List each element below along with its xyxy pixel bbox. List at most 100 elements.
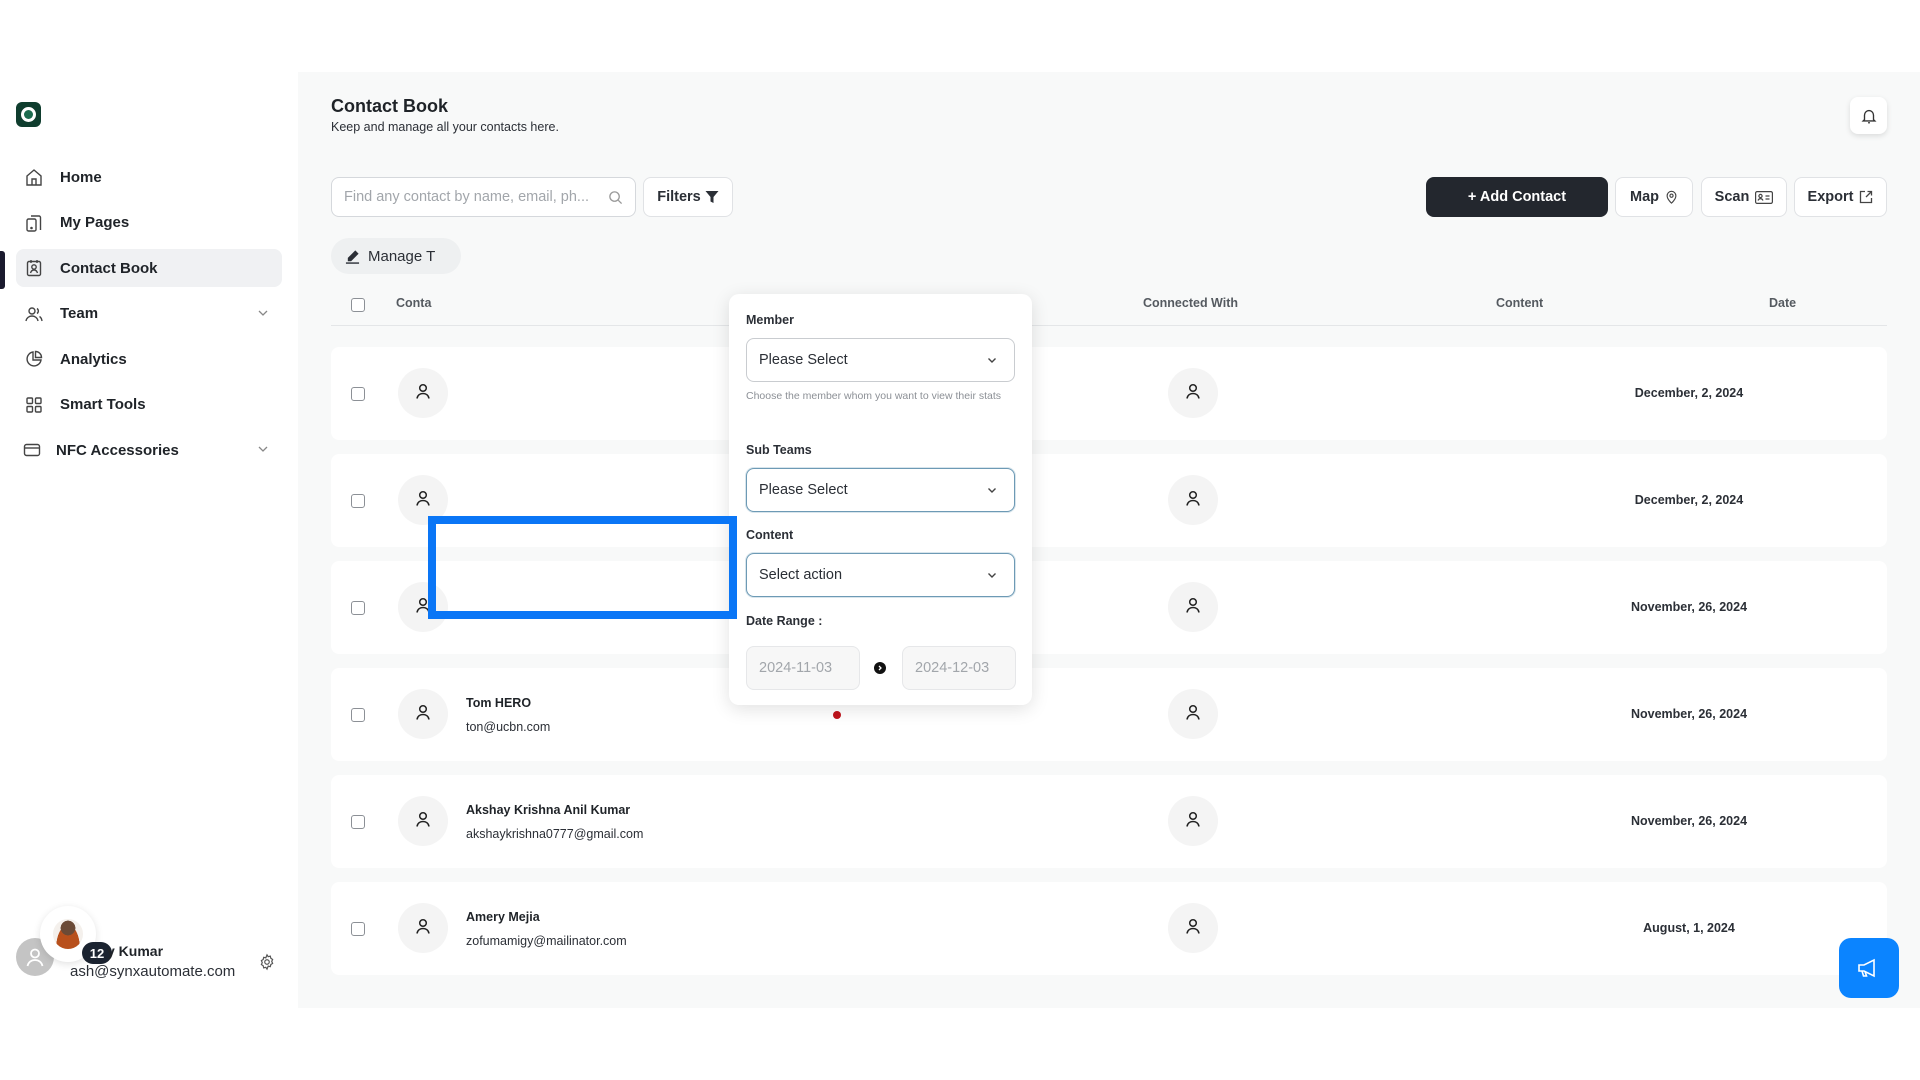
- connected-with-avatar: [1168, 475, 1218, 525]
- arrow-right-icon: [874, 662, 886, 674]
- row-checkbox[interactable]: [351, 494, 365, 508]
- filters-label: Filters: [657, 189, 701, 205]
- column-header-connected-with[interactable]: Connected With: [1143, 296, 1238, 310]
- chevron-down-icon[interactable]: [256, 306, 270, 320]
- sidebar-item-team[interactable]: Team: [16, 295, 282, 333]
- contact-date: August, 1, 2024: [1643, 921, 1735, 935]
- sidebar-item-label: Contact Book: [60, 259, 158, 277]
- gear-icon[interactable]: [258, 953, 276, 971]
- sidebar-item-label: Analytics: [60, 350, 127, 368]
- user-icon: [414, 810, 432, 833]
- contact-avatar: [398, 475, 448, 525]
- home-icon: [24, 167, 44, 187]
- map-label: Map: [1630, 189, 1659, 205]
- member-label: Member: [746, 313, 794, 327]
- select-all-checkbox[interactable]: [351, 298, 365, 312]
- connected-with-avatar: [1168, 368, 1218, 418]
- announcements-button[interactable]: [1839, 938, 1899, 998]
- add-contact-button[interactable]: + Add Contact: [1426, 177, 1608, 217]
- column-header-content[interactable]: Content: [1496, 296, 1543, 310]
- chevron-down-icon: [988, 488, 996, 493]
- member-select[interactable]: Please Select: [746, 338, 1015, 382]
- contact-avatar: [398, 689, 448, 739]
- contact-email: ton@ucbn.com: [466, 720, 551, 734]
- user-profile[interactable]: 12 y Kumar ash@synxautomate.com: [14, 906, 284, 988]
- table-row[interactable]: December, 2, 2024: [331, 454, 1887, 547]
- table-row[interactable]: Amery Mejia zofumamigy@mailinator.com Augu…: [331, 882, 1887, 975]
- brand-logo[interactable]: [16, 102, 41, 127]
- manage-tags-label: Manage T: [368, 247, 436, 265]
- date-to-input[interactable]: 2024-12-03: [902, 646, 1016, 690]
- filters-button[interactable]: Filters: [643, 177, 733, 217]
- date-range-label: Date Range :: [746, 614, 823, 628]
- sub-teams-select-value: Please Select: [759, 482, 848, 498]
- contact-name[interactable]: Akshay Krishna Anil Kumar: [466, 803, 630, 817]
- sidebar-item-label: My Pages: [60, 214, 130, 231]
- table-row[interactable]: December, 2, 2024: [331, 347, 1887, 440]
- pencil-icon: [345, 249, 360, 264]
- tag-dot: [833, 711, 841, 719]
- filter-popover: Member Please Select Choose the member w…: [729, 294, 1032, 705]
- user-email: ash@synxautomate.com: [70, 963, 236, 980]
- megaphone-icon: [1858, 958, 1875, 978]
- contact-avatar: [398, 796, 448, 846]
- search-input[interactable]: [344, 189, 599, 205]
- contact-date: December, 2, 2024: [1634, 493, 1744, 507]
- row-checkbox[interactable]: [351, 815, 365, 829]
- connected-with-avatar: [1168, 582, 1218, 632]
- pages-icon: [24, 213, 44, 233]
- user-icon: [1184, 382, 1202, 405]
- sidebar-item-contact-book[interactable]: Contact Book: [16, 249, 282, 287]
- sidebar-item-analytics[interactable]: Analytics: [16, 340, 282, 378]
- contact-name[interactable]: Amery Mejia: [466, 910, 540, 924]
- contact-date: December, 2, 2024: [1634, 386, 1744, 400]
- sidebar-item-my-pages[interactable]: My Pages: [16, 204, 282, 242]
- user-name: y Kumar: [107, 943, 164, 959]
- contact-book-icon: [24, 258, 44, 278]
- contact-name[interactable]: Tom HERO: [466, 696, 531, 710]
- app-window: Home My Pages Contact Book Team Analytic…: [0, 72, 1920, 1008]
- pie-chart-icon: [24, 349, 44, 369]
- sidebar-nav: Home My Pages Contact Book Team Analytic…: [16, 158, 282, 477]
- map-button[interactable]: Map: [1615, 177, 1693, 217]
- map-pin-icon: [1666, 190, 1677, 204]
- user-photo: [53, 919, 83, 949]
- contact-avatar: [398, 903, 448, 953]
- column-header-date[interactable]: Date: [1769, 296, 1796, 310]
- column-header-contact[interactable]: Conta: [396, 296, 431, 310]
- date-from-input[interactable]: 2024-11-03: [746, 646, 860, 690]
- manage-tags-button[interactable]: Manage T: [331, 238, 461, 274]
- contact-email: akshaykrishna0777@gmail.com: [466, 827, 644, 841]
- search-field[interactable]: [331, 177, 636, 217]
- sidebar-item-nfc-accessories[interactable]: NFC Accessories: [16, 431, 282, 469]
- scan-label: Scan: [1714, 189, 1750, 205]
- row-checkbox[interactable]: [351, 922, 365, 936]
- user-icon: [26, 948, 44, 967]
- content-select[interactable]: Select action: [746, 553, 1015, 597]
- scan-button[interactable]: Scan: [1701, 177, 1787, 217]
- row-checkbox[interactable]: [351, 601, 365, 615]
- table-row[interactable]: November, 26, 2024: [331, 561, 1887, 654]
- user-icon: [414, 596, 432, 619]
- chevron-down-icon[interactable]: [256, 442, 270, 456]
- sidebar-item-label: Smart Tools: [60, 396, 146, 413]
- user-icon: [414, 917, 432, 940]
- external-link-icon: [1860, 190, 1873, 204]
- bell-icon: [1861, 109, 1876, 123]
- notifications-button[interactable]: [1850, 97, 1887, 134]
- table-row[interactable]: Akshay Krishna Anil Kumar akshaykrishna07…: [331, 775, 1887, 868]
- row-checkbox[interactable]: [351, 387, 365, 401]
- content-label: Content: [746, 528, 794, 542]
- table-row[interactable]: Tom HERO ton@ucbn.com November, 26, 2024: [331, 668, 1887, 761]
- main-content: Contact Book Keep and manage all your co…: [298, 72, 1920, 1008]
- sidebar-item-home[interactable]: Home: [16, 158, 282, 196]
- filter-funnel-icon: [705, 191, 719, 203]
- export-button[interactable]: Export: [1794, 177, 1887, 217]
- sidebar-item-smart-tools[interactable]: Smart Tools: [16, 386, 282, 424]
- page-title: Contact Book: [331, 96, 448, 116]
- connected-with-avatar: [1168, 689, 1218, 739]
- card-icon: [22, 440, 42, 460]
- team-icon: [24, 304, 44, 324]
- row-checkbox[interactable]: [351, 708, 365, 722]
- sub-teams-select[interactable]: Please Select: [746, 468, 1015, 512]
